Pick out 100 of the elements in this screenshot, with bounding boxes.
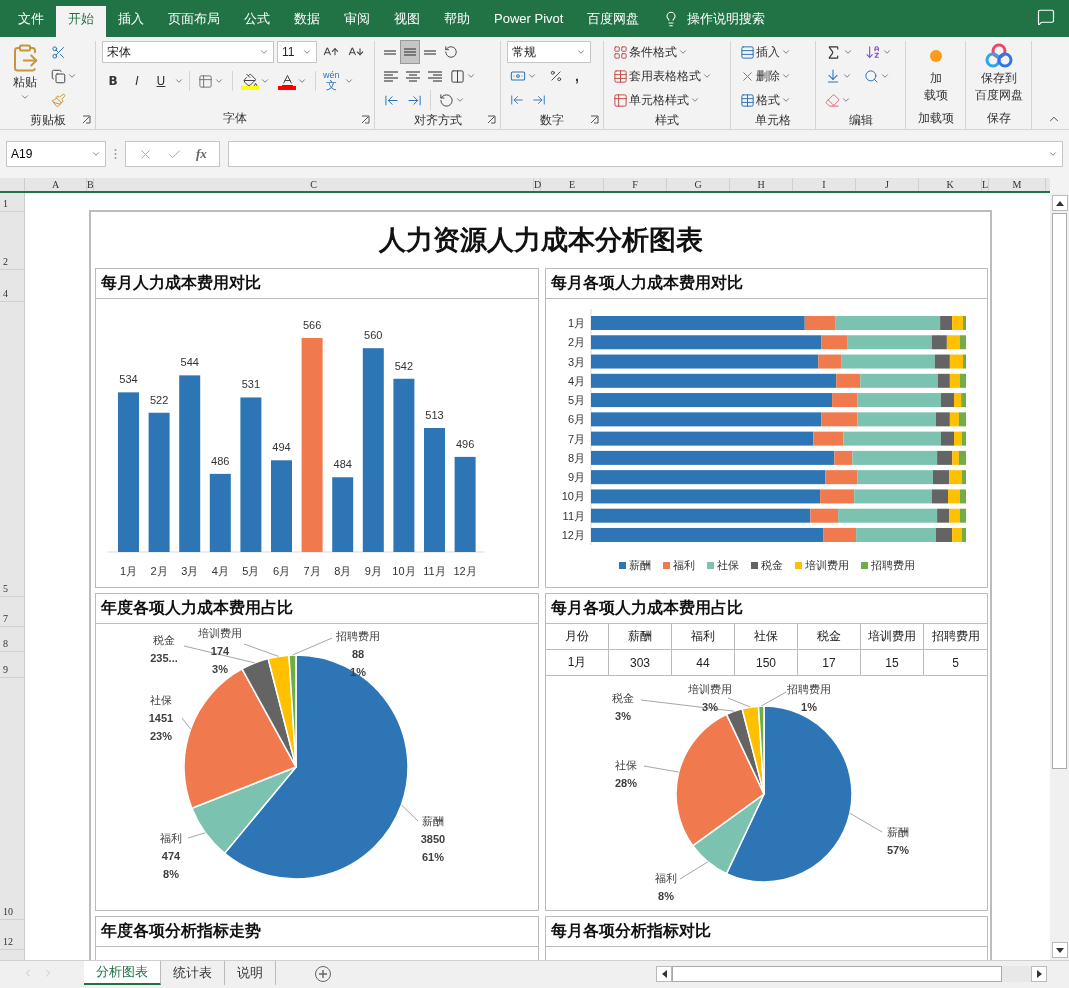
column-header[interactable]: B — [87, 178, 94, 191]
paste-button[interactable]: 粘贴 — [6, 41, 44, 104]
dashboard-title: 人力资源人力成本分析图表 — [377, 224, 704, 257]
styles-menu-button[interactable]: 单元格样式 — [610, 89, 715, 111]
data-label: 1% — [350, 666, 366, 678]
column-header[interactable]: A — [25, 178, 87, 191]
add-ins-button[interactable]: 加 载项 — [919, 41, 952, 105]
axis-label: 11月 — [423, 565, 446, 577]
cells-menu-button[interactable]: 格式 — [737, 89, 794, 111]
sheet-tab[interactable]: 分析图表 — [84, 961, 161, 985]
column-header[interactable]: M — [989, 178, 1046, 191]
save-to-cloud-button[interactable]: 保存到 百度网盘 — [970, 41, 1027, 105]
number-format-dropdown[interactable]: 常规 — [507, 41, 591, 63]
row-header[interactable]: 2 — [0, 212, 24, 270]
font-name-dropdown[interactable]: 宋体 — [102, 41, 274, 63]
table-cell: 15 — [861, 650, 924, 676]
column-header[interactable]: D — [534, 178, 541, 191]
underline-button[interactable]: U — [150, 70, 172, 92]
row-header[interactable]: 12 — [0, 920, 24, 950]
data-label: 8% — [658, 890, 674, 902]
ribbon-tab[interactable]: 开始 — [56, 6, 106, 37]
legend-label: 税金 — [760, 558, 783, 573]
group-label: 样式 — [654, 111, 680, 129]
row-header[interactable]: 8 — [0, 627, 24, 652]
data-label: 57% — [887, 844, 909, 856]
column-header[interactable]: F — [604, 178, 667, 191]
row-header[interactable]: 9 — [0, 652, 24, 678]
column-header[interactable]: E — [541, 178, 604, 191]
column-header[interactable]: H — [730, 178, 793, 191]
ribbon-tab[interactable]: 审阅 — [332, 6, 382, 37]
group-label: 对齐方式 — [412, 111, 463, 129]
insert-function-button[interactable]: fx — [196, 146, 207, 162]
column-header[interactable]: I — [793, 178, 856, 191]
column-header[interactable]: C — [94, 178, 534, 191]
cells-menu-button[interactable]: 插入 — [737, 41, 794, 63]
axis-label: 12月 — [561, 528, 585, 541]
table-header: 福利 — [672, 624, 735, 650]
font-size-dropdown[interactable]: 11 — [277, 41, 317, 63]
data-label: 174 — [210, 645, 230, 657]
axis-label: 8月 — [567, 451, 585, 464]
column-header[interactable]: L — [982, 178, 989, 191]
italic-button[interactable]: I — [126, 70, 148, 92]
table-cell: 1月 — [546, 650, 609, 676]
sheet-tab[interactable]: 统计表 — [161, 961, 225, 985]
column-header[interactable]: J — [856, 178, 919, 191]
phonetic-guide-button[interactable]: wén 文 — [321, 69, 342, 93]
bold-button[interactable]: B — [102, 70, 124, 92]
styles-menu-button[interactable]: 套用表格格式 — [610, 65, 715, 87]
column-header[interactable]: G — [667, 178, 730, 191]
legend-label: 福利 — [672, 558, 695, 573]
data-label: 招聘费用 — [336, 630, 380, 642]
data-label: 235... — [150, 652, 178, 664]
axis-label: 10月 — [561, 490, 585, 503]
name-box[interactable]: A19 — [6, 141, 106, 167]
ribbon-tab[interactable]: 视图 — [382, 6, 432, 37]
data-label: 社保 — [615, 759, 637, 771]
data-label: 薪酬 — [887, 826, 909, 838]
legend-label: 培训费用 — [804, 558, 849, 573]
row-header[interactable]: 5 — [0, 302, 24, 597]
row-header[interactable]: 10 — [0, 678, 24, 920]
ribbon-tab[interactable]: 文件 — [6, 6, 56, 37]
axis-label: 9月 — [364, 565, 382, 577]
data-label: 494 — [272, 441, 291, 454]
tell-me-search[interactable]: 操作说明搜索 — [687, 9, 766, 28]
axis-label: 11月 — [562, 509, 585, 522]
data-label: 8% — [163, 868, 179, 880]
table-header: 培训费用 — [861, 624, 924, 650]
legend-label: 社保 — [716, 558, 739, 573]
comma-style-button[interactable]: , — [572, 65, 582, 87]
axis-label: 8月 — [334, 565, 352, 577]
data-label: 61% — [422, 851, 444, 863]
data-label: 28% — [615, 777, 637, 789]
data-label: 3% — [615, 710, 631, 722]
data-label: 培训费用 — [688, 683, 732, 695]
axis-label: 2月 — [567, 336, 585, 349]
cells-menu-button[interactable]: 删除 — [737, 65, 794, 87]
data-label: 3850 — [420, 833, 446, 845]
row-header[interactable]: 4 — [0, 270, 24, 302]
ribbon-tab[interactable]: 数据 — [282, 6, 332, 37]
sheet-tab[interactable]: 说明 — [225, 961, 276, 985]
ribbon-tab[interactable]: Power Pivot — [482, 6, 576, 37]
axis-label: 1月 — [119, 565, 138, 577]
ribbon-tab[interactable]: 帮助 — [432, 6, 482, 37]
styles-menu-button[interactable]: 条件格式 — [610, 41, 715, 63]
axis-label: 5月 — [242, 565, 260, 577]
ribbon-tab[interactable]: 百度网盘 — [575, 6, 652, 37]
data-label: 薪酬 — [422, 815, 444, 827]
table-header: 招聘费用 — [924, 624, 987, 650]
data-label: 534 — [119, 373, 138, 386]
axis-label: 3月 — [181, 565, 199, 577]
group-label: 保存 — [985, 109, 1012, 127]
data-label: 486 — [211, 454, 230, 467]
row-header[interactable]: 1 — [0, 193, 24, 212]
column-header[interactable]: K — [919, 178, 982, 191]
row-header[interactable]: 7 — [0, 597, 24, 627]
ribbon-tab[interactable]: 公式 — [232, 6, 282, 37]
ribbon-tab[interactable]: 页面布局 — [156, 6, 232, 37]
ribbon-tab[interactable]: 插入 — [106, 6, 156, 37]
table-cell: 303 — [609, 650, 672, 676]
panel-title: 年度各项人力成本费用占比 — [96, 594, 538, 624]
